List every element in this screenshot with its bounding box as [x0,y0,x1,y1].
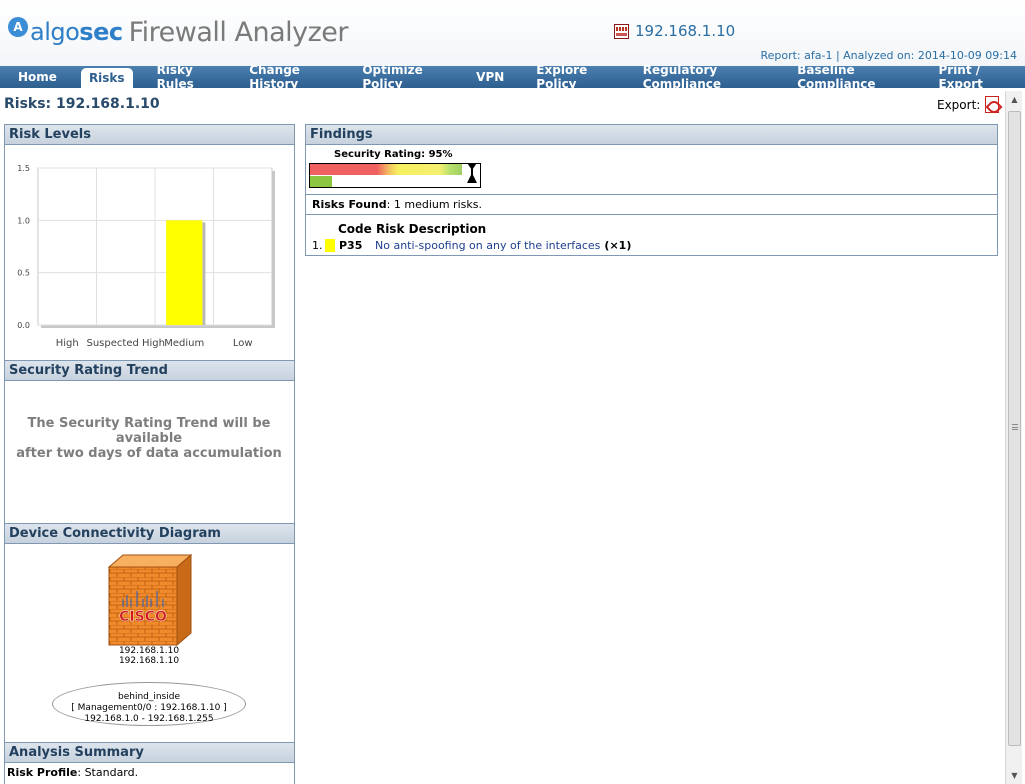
security-rating-section: Security Rating: 95% [306,145,997,195]
app-header: A algo sec Firewall Analyzer 192.168.1.10… [0,0,1025,66]
y-tick-label: 0.5 [17,269,30,278]
rating-scale-bar [310,164,462,175]
nav-tab-print-export[interactable]: Print / Export [922,63,1025,91]
analysis-summary-panel: Analysis Summary Risk Profile: Standard. [4,742,295,784]
security-rating-meter [309,163,481,188]
nav-tab-risks[interactable]: Risks [80,68,133,88]
logo-text-sec: sec [79,18,123,46]
product-name: Firewall Analyzer [128,16,349,48]
risks-found-label: Risks Found [312,198,387,211]
trend-message-line2: after two days of data accumulation [16,446,282,461]
scrollbar-grip-icon [1012,424,1018,430]
risk-table-header: Code Risk Description [338,222,487,236]
analysis-summary-header: Analysis Summary [5,743,294,763]
risk-profile-value: : Standard. [77,766,139,779]
algosec-logo[interactable]: A algo sec Firewall Analyzer [8,12,349,52]
network-range: 192.168.1.0 - 192.168.1.255 [84,714,214,724]
security-trend-header: Security Rating Trend [5,361,294,381]
page-scrollbar[interactable]: ▲ ▼ [1005,91,1022,784]
trend-message-line1: The Security Rating Trend will be availa… [27,416,271,446]
cisco-brand-text: CISCO [119,609,167,625]
nav-tab-change-history[interactable]: Change History [233,63,346,91]
risks-found-line: Risks Found: 1 medium risks. [306,195,997,215]
connectivity-diagram-panel: Device Connectivity Diagram CISCO 192.16… [4,523,295,743]
scrollbar-thumb[interactable] [1008,111,1021,746]
nav-tab-regulatory-compliance[interactable]: Regulatory Compliance [627,63,782,91]
nav-tab-explore-policy[interactable]: Explore Policy [520,63,626,91]
y-tick-label: 1.5 [17,164,30,173]
pdf-export-icon[interactable] [985,96,1000,113]
risk-levels-panel: Risk Levels 0.0 0.5 1.0 1.5 High Suspected Hi… [4,124,295,361]
risk-table: Code Risk Description 1. P35 No anti-spo… [306,215,997,255]
x-tick-label: Medium [164,338,204,349]
risk-levels-chart: 0.0 0.5 1.0 1.5 High Suspected High Medium Low [17,164,275,349]
risks-found-value: : 1 medium risks. [386,198,482,211]
bar-shadow [202,222,206,325]
nav-tab-baseline-compliance[interactable]: Baseline Compliance [781,63,922,91]
x-tick-label: High [56,338,79,349]
export-control: Export: [937,96,1000,113]
findings-header: Findings [306,125,997,145]
network-interface: [ Management0/0 : 192.168.1.10 ] [71,703,227,713]
device-ip-label: 192.168.1.10 [635,22,736,40]
device-ip-line-1: 192.168.1.10 [118,646,180,656]
risk-count: (×1) [604,239,632,252]
network-name: behind_inside [117,692,180,702]
table-row: 1. P35 No anti-spoofing on any of the in… [312,239,631,252]
y-tick-label: 0.0 [17,321,30,330]
security-trend-panel: Security Rating Trend The Security Ratin… [4,360,295,524]
page-title: Risks: 192.168.1.10 [4,96,160,112]
scroll-down-arrow-icon[interactable]: ▼ [1006,767,1023,784]
risk-levels-header: Risk Levels [5,125,294,145]
rating-fill-bar [310,176,332,187]
connectivity-diagram: CISCO 192.168.1.10 192.168.1.10 behind_i… [5,545,293,741]
device-ip-line-2: 192.168.1.10 [118,656,180,666]
main-nav: Home Risks Risky Rules Change History Op… [0,63,1025,91]
risk-severity-swatch [325,239,335,252]
risk-code[interactable]: P35 [339,239,375,252]
risk-profile-label: Risk Profile [7,766,78,779]
x-tick-label: Suspected High [87,338,165,349]
nav-tab-home[interactable]: Home [2,66,73,88]
risk-description-link[interactable]: No anti-spoofing on any of the interface… [375,239,600,252]
cisco-firewall-icon[interactable] [107,553,193,647]
algosec-logo-icon: A [8,17,28,37]
y-tick-label: 1.0 [17,216,30,225]
nav-tab-vpn[interactable]: VPN [460,66,520,88]
trend-unavailable-message: The Security Rating Trend will be availa… [5,416,293,461]
risk-profile-line: Risk Profile: Standard. [5,763,294,782]
firewall-device-icon [614,23,629,39]
nav-tab-optimize-policy[interactable]: Optimize Policy [346,63,460,91]
export-label: Export: [937,97,981,112]
nav-tab-risky-rules[interactable]: Risky Rules [141,63,234,91]
risk-row-number: 1. [312,239,323,252]
device-indicator: 192.168.1.10 [614,22,735,40]
x-tick-label: Low [233,338,253,349]
report-info: Report: afa-1 | Analyzed on: 2014-10-09 … [760,49,1017,62]
logo-text-algo: algo [30,18,80,46]
bar [166,220,203,325]
scroll-up-arrow-icon[interactable]: ▲ [1006,91,1023,108]
security-rating-label: Security Rating: 95% [334,149,453,160]
connectivity-diagram-header: Device Connectivity Diagram [5,524,294,544]
findings-panel: Findings Security Rating: 95% Risks Foun… [305,124,998,256]
